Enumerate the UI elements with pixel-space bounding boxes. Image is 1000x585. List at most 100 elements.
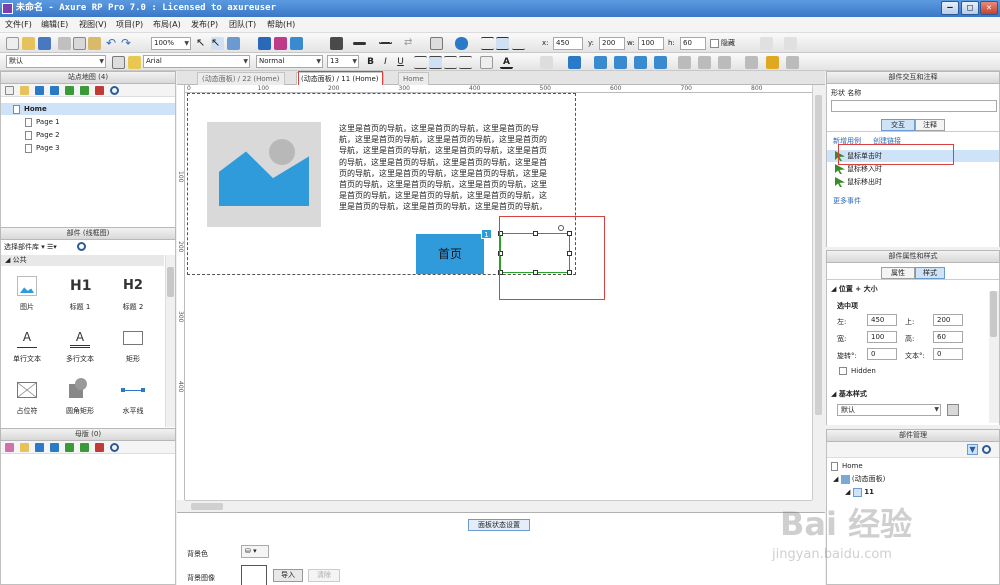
copy-icon[interactable] <box>73 37 86 50</box>
scrollbar-thumb[interactable] <box>990 291 997 337</box>
manager-item-state-11[interactable]: ◢ 11 <box>845 486 874 498</box>
properties-scrollbar[interactable] <box>989 291 999 423</box>
align-middle-icon[interactable] <box>496 37 509 50</box>
arrow-style-icon[interactable]: ⇄ <box>404 37 417 50</box>
paste-icon[interactable] <box>88 37 101 50</box>
menu-project[interactable]: 项目(P) <box>116 19 143 30</box>
y-input[interactable]: 200 <box>599 37 625 50</box>
outdent-icon[interactable] <box>80 86 89 95</box>
preview-icon[interactable] <box>258 37 271 50</box>
text-rotate-input[interactable]: 0 <box>933 348 963 360</box>
zoom-select[interactable]: 100% ▼ <box>151 37 191 50</box>
tab-home[interactable]: Home <box>398 72 429 85</box>
align-bottom-icon[interactable] <box>512 37 525 50</box>
style-edit-icon[interactable] <box>112 56 125 69</box>
lock-icon[interactable] <box>766 56 779 69</box>
panel-state-tab[interactable]: 面板状态设置 <box>468 519 530 531</box>
select-pointer-icon[interactable]: ↖ <box>196 37 209 50</box>
paragraph-widget[interactable]: 这里是首页的导航，这里是首页的导航，这里是首页的导航，这里是首页的导航，这里是首… <box>339 123 551 213</box>
move-up-icon[interactable] <box>35 86 44 95</box>
style-dropdown[interactable]: 默认 ▼ <box>837 404 941 416</box>
add-master-icon[interactable] <box>5 443 14 452</box>
scrollbar-thumb[interactable] <box>191 503 223 510</box>
sitemap-item-home[interactable]: Home <box>1 103 175 115</box>
underline-button[interactable]: U <box>394 56 407 69</box>
sitemap-item-page3[interactable]: Page 3 <box>25 142 60 154</box>
height-input[interactable]: 60 <box>933 331 963 343</box>
filter-icon[interactable]: ▼ <box>967 444 978 455</box>
move-down-icon[interactable] <box>50 86 59 95</box>
x-input[interactable]: 450 <box>553 37 583 50</box>
image-widget[interactable] <box>207 122 321 227</box>
top-input[interactable]: 200 <box>933 314 963 326</box>
add-folder-icon[interactable] <box>20 443 29 452</box>
library-item-image[interactable]: 图片 <box>2 270 52 316</box>
border-color-icon[interactable] <box>455 37 468 50</box>
share-icon[interactable] <box>290 37 303 50</box>
bring-front-icon[interactable] <box>540 56 553 69</box>
font-color-button[interactable]: A <box>500 56 513 69</box>
ungroup-icon[interactable] <box>784 37 797 50</box>
hidden-checkbox[interactable] <box>839 367 847 375</box>
shape-name-input[interactable] <box>831 100 997 112</box>
align-center-icon[interactable] <box>429 56 442 69</box>
library-item-h2[interactable]: H2 标题 2 <box>108 270 158 316</box>
position-size-section[interactable]: ◢ 位置 + 大小 <box>831 284 878 294</box>
edit-style-icon[interactable] <box>947 404 959 416</box>
menu-layout[interactable]: 布局(A) <box>153 19 181 30</box>
redo-icon[interactable]: ↷ <box>121 37 134 50</box>
indent-icon[interactable] <box>65 86 74 95</box>
scrollbar-thumb[interactable] <box>167 267 174 297</box>
add-page-icon[interactable] <box>5 86 14 95</box>
connector-icon[interactable] <box>227 37 240 50</box>
maximize-button[interactable]: □ <box>961 1 979 15</box>
publish-icon[interactable] <box>274 37 287 50</box>
justify-icon[interactable] <box>459 56 472 69</box>
group-icon[interactable] <box>760 37 773 50</box>
h-input[interactable]: 60 <box>680 37 706 50</box>
distribute-icon[interactable] <box>718 56 731 69</box>
distribute-v-icon[interactable] <box>698 56 711 69</box>
open-folder-icon[interactable] <box>22 37 35 50</box>
manager-item-home[interactable]: Home <box>831 460 863 472</box>
group-align-icon[interactable] <box>594 56 607 69</box>
font-select[interactable]: Arial ▼ <box>143 55 250 68</box>
bg-image-preview[interactable] <box>241 565 267 585</box>
library-item-text-label[interactable]: A 单行文本 <box>2 322 52 368</box>
line-weight-icon[interactable] <box>353 42 366 45</box>
library-item-rounded-rect[interactable]: 圆角矩形 <box>55 374 105 420</box>
clear-button[interactable]: 清除 <box>308 569 340 582</box>
home-button-widget[interactable]: 首页 <box>416 234 484 274</box>
hide-checkbox[interactable] <box>710 39 719 48</box>
canvas-horizontal-scrollbar[interactable] <box>185 500 812 512</box>
library-scrollbar[interactable] <box>165 255 175 427</box>
sitemap-panel-header[interactable]: 站点地图 (4) <box>0 71 176 84</box>
bg-color-picker[interactable]: ⛁ ▾ <box>241 545 269 558</box>
align-top-icon[interactable] <box>481 37 494 50</box>
tab-properties[interactable]: 属性 <box>881 267 915 279</box>
library-group-header[interactable]: ◢ 公共 <box>1 255 164 266</box>
library-item-paragraph[interactable]: A 多行文本 <box>55 322 105 368</box>
scrollbar-thumb[interactable] <box>815 95 822 415</box>
align-bottom-obj-icon[interactable] <box>654 56 667 69</box>
delete-page-icon[interactable] <box>95 86 104 95</box>
library-item-horizontal-line[interactable]: 水平线 <box>108 374 158 420</box>
bold-button[interactable]: B <box>364 56 377 69</box>
import-button[interactable]: 导入 <box>273 569 303 582</box>
tab-interaction[interactable]: 交互 <box>881 119 915 131</box>
select-contain-icon[interactable]: ↖ <box>211 37 224 50</box>
save-icon[interactable] <box>38 37 51 50</box>
search-icon[interactable] <box>77 242 86 251</box>
align-left-icon[interactable] <box>414 56 427 69</box>
properties-panel-header[interactable]: 部件属性和样式 <box>826 250 1000 263</box>
cut-icon[interactable] <box>58 37 71 50</box>
canvas-vertical-scrollbar[interactable] <box>812 85 824 500</box>
bullet-icon[interactable] <box>480 56 493 69</box>
align-right-icon[interactable] <box>444 56 457 69</box>
library-item-rectangle[interactable]: 矩形 <box>108 322 158 368</box>
italic-button[interactable]: I <box>379 56 392 69</box>
more-events-link[interactable]: 更多事件 <box>833 196 861 206</box>
layer-icon[interactable] <box>745 56 758 69</box>
menu-team[interactable]: 团队(T) <box>229 19 256 30</box>
undo-icon[interactable]: ↶ <box>106 37 119 50</box>
